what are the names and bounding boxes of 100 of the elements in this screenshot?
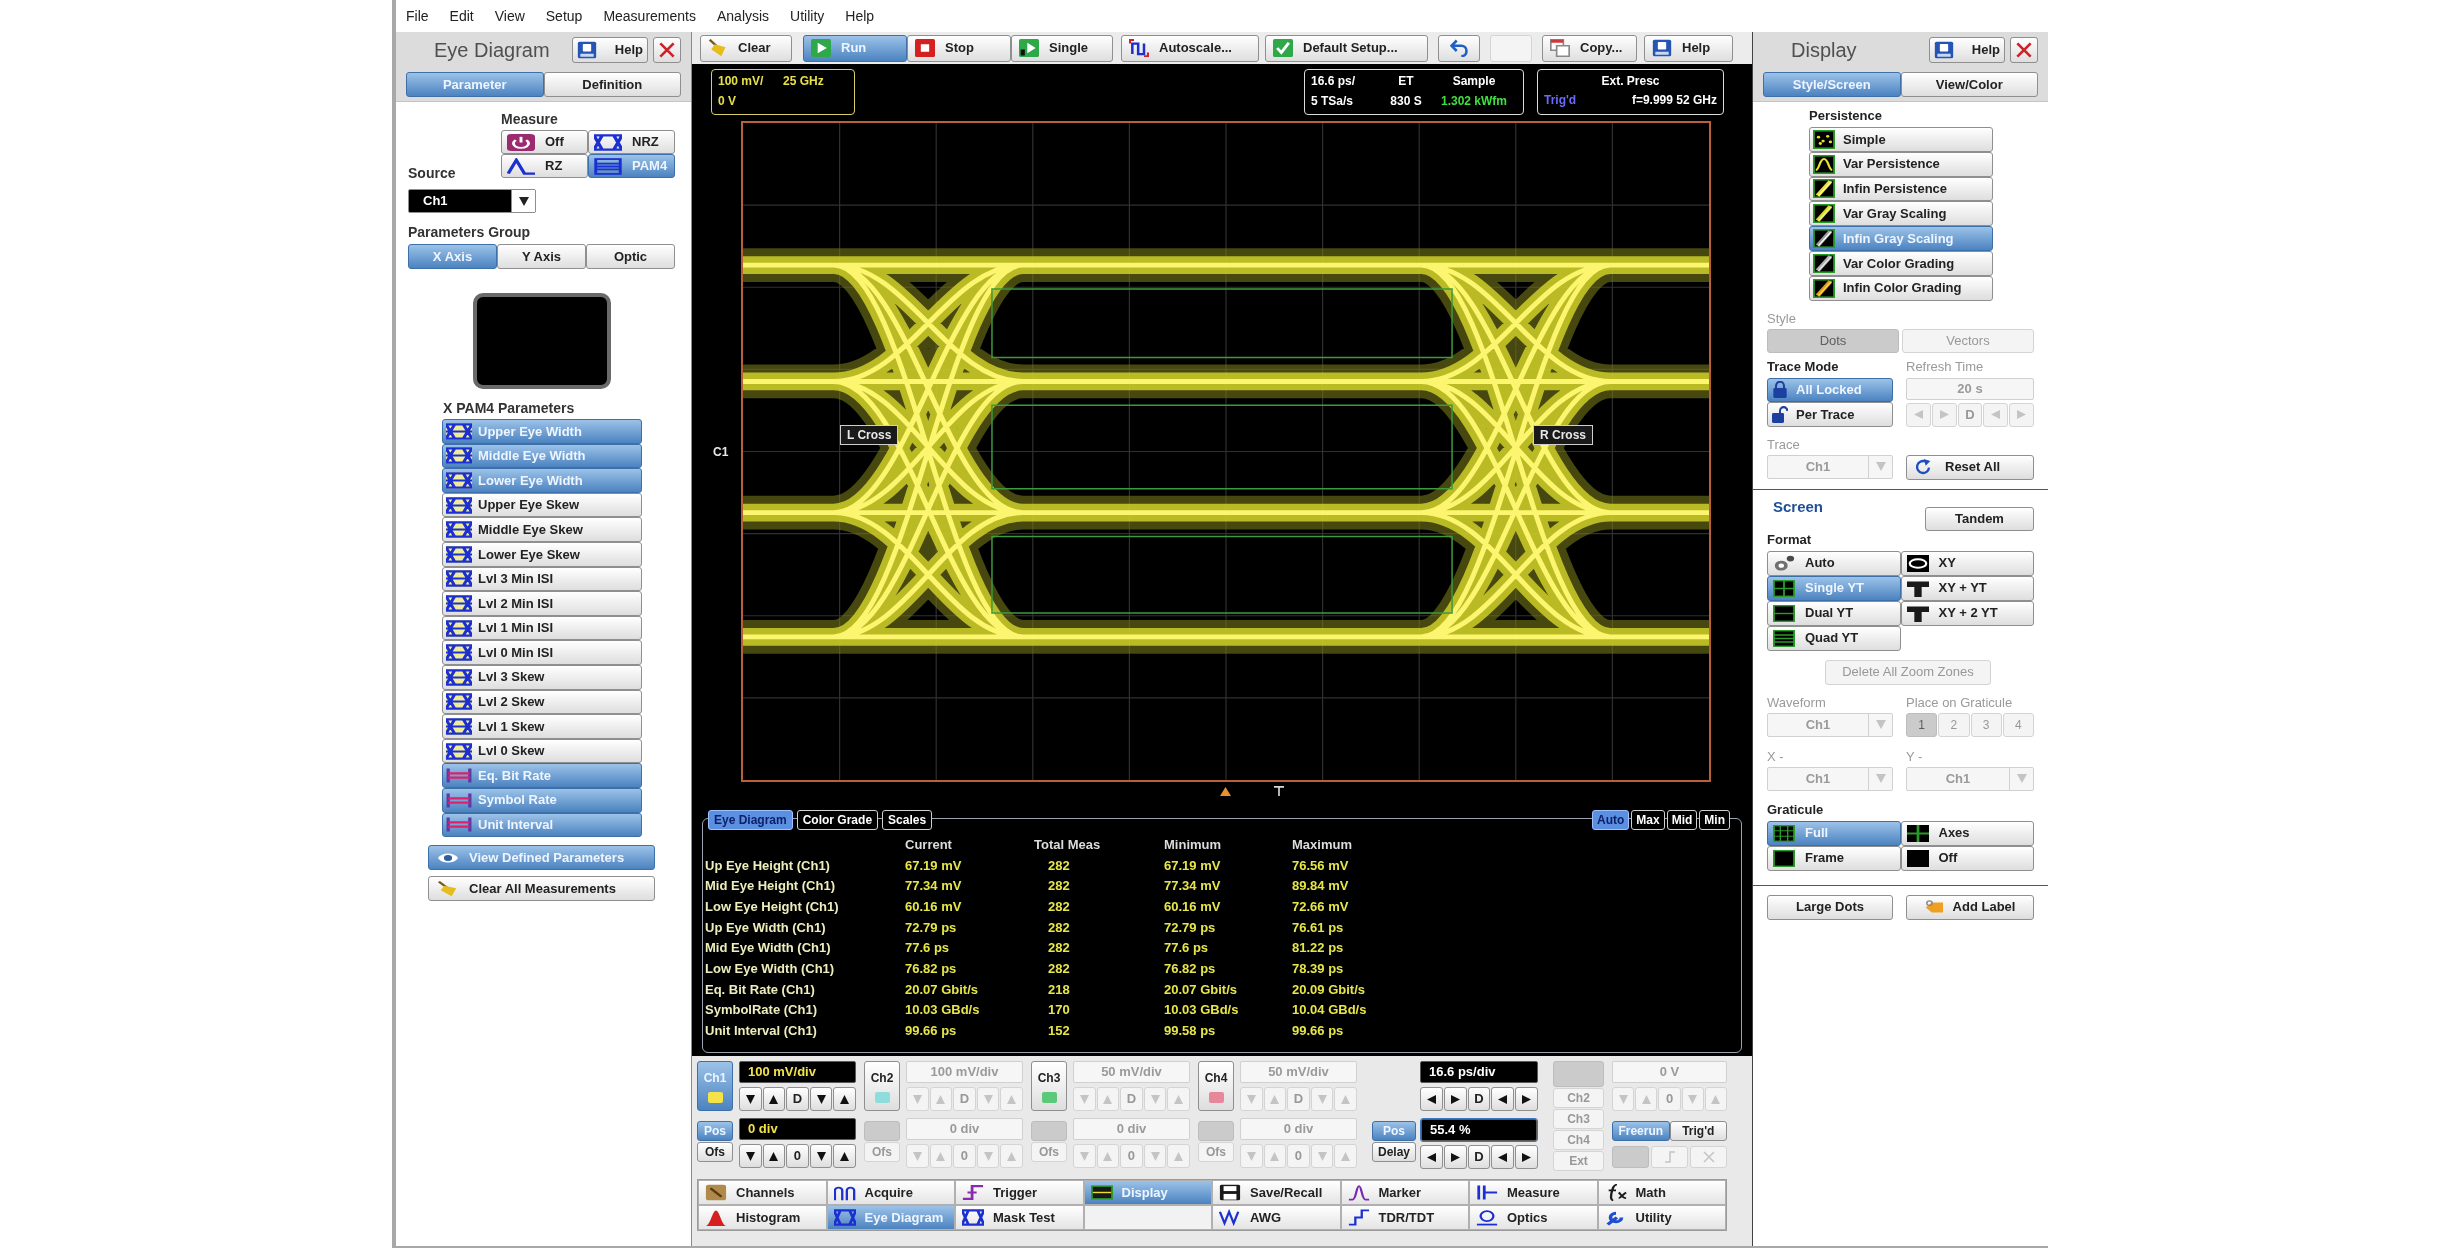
nav-button[interactable]: Mask Test [955,1205,1084,1230]
measurement-tab[interactable]: Eye Diagram [708,810,793,830]
position-mode-button[interactable]: Delay [1372,1142,1416,1162]
position-field[interactable]: 55.4 % [1421,1119,1537,1141]
offset-mode-button[interactable] [1031,1121,1067,1141]
parameter-item[interactable]: Lvl 2 Min ISI [442,591,642,616]
menu-item[interactable]: Analysis [714,5,772,27]
nav-button[interactable]: Save/Recall [1212,1180,1341,1205]
clear-button[interactable]: Clear [700,34,792,62]
measure-option[interactable]: Off [501,130,588,154]
menu-item[interactable]: Edit [447,5,476,27]
menu-item[interactable]: Measurements [601,5,698,27]
persistence-option[interactable]: Var Color Grading [1809,251,1993,276]
step-down-button[interactable] [739,1087,762,1111]
step-left-button[interactable] [1420,1145,1443,1169]
nav-button[interactable]: Measure [1469,1180,1598,1205]
step-left-button[interactable] [1491,1145,1515,1169]
help-button[interactable]: Help [572,37,648,63]
menu-item[interactable]: File [404,5,431,27]
mode-button[interactable]: Min [1699,810,1730,830]
graticule-option[interactable]: Frame [1767,845,1901,871]
menu-item[interactable]: Setup [543,5,585,27]
menu-item[interactable]: View [492,5,527,27]
format-option[interactable]: XY [1900,550,2034,576]
source-dropdown[interactable]: Ch1 [408,189,536,213]
persistence-option[interactable]: Simple [1809,127,1993,152]
center-step-button[interactable]: D [786,1087,809,1111]
parameter-item[interactable]: Lvl 3 Skew [442,664,642,690]
parameter-item[interactable]: Upper Eye Skew [442,492,642,518]
nav-button[interactable]: Optics [1469,1205,1598,1230]
step-right-button[interactable] [1515,1145,1538,1169]
parameter-item[interactable]: Lvl 1 Min ISI [442,615,642,641]
help-button[interactable]: Help [1644,34,1733,62]
parameter-item[interactable]: Lvl 1 Skew [442,714,642,739]
close-button[interactable] [653,37,681,63]
timebase-field[interactable]: 16.6 ps/div [1420,1061,1538,1083]
measure-option[interactable]: RZ [501,154,588,178]
close-button[interactable] [2010,37,2038,63]
add-label-button[interactable]: Add Label [1906,894,2034,920]
measurement-tab[interactable]: Color Grade [796,810,879,830]
nav-button[interactable]: Math [1597,1180,1726,1205]
graticule-option[interactable]: Off [1900,845,2034,871]
nav-button[interactable]: AWG [1212,1205,1341,1230]
offset-mode-button[interactable]: Ofs [697,1142,733,1162]
persistence-option[interactable]: Infin Persistence [1809,176,1993,202]
format-option[interactable]: Dual YT [1767,600,1901,626]
format-option[interactable]: Auto [1767,550,1901,576]
offset-field[interactable]: 0 div [739,1118,856,1140]
center-step-button[interactable]: D [1467,1145,1491,1169]
offset-mode-button[interactable] [864,1121,900,1141]
graticule-option[interactable]: Axes [1900,820,2034,846]
persistence-option[interactable]: Var Gray Scaling [1809,201,1993,227]
clear-measurements-button[interactable]: Clear All Measurements [428,876,655,902]
offset-mode-button[interactable] [1198,1121,1234,1141]
center-step-button[interactable]: D [1467,1087,1491,1111]
parameter-item[interactable]: Lvl 0 Skew [442,738,642,764]
parameter-item[interactable]: Lvl 3 Min ISI [442,566,642,592]
step-right-button[interactable] [1443,1087,1467,1111]
stop-button[interactable]: Stop [907,34,1011,62]
default-setup-button[interactable]: Default Setup... [1265,34,1428,62]
mode-button[interactable]: Auto [1592,810,1630,830]
step-down-button[interactable] [809,1144,833,1168]
mode-button[interactable]: Max [1631,810,1665,830]
step-left-button[interactable] [1420,1087,1443,1111]
parameter-item[interactable]: Lvl 0 Min ISI [442,640,642,665]
large-dots-button[interactable]: Large Dots [1767,894,1893,920]
format-option[interactable]: Quad YT [1767,625,1901,651]
menu-item[interactable]: Help [843,5,877,27]
step-up-button[interactable] [833,1144,856,1168]
format-option[interactable]: XY + 2 YT [1900,600,2034,626]
group-tab[interactable]: Y Axis [497,244,586,269]
reset-all-button[interactable]: Reset All [1906,454,2034,480]
format-option[interactable]: XY + YT [1900,575,2034,601]
step-up-button[interactable] [762,1144,786,1168]
parameter-item[interactable]: Lower Eye Skew [442,541,642,567]
parameter-item[interactable]: Middle Eye Skew [442,517,642,542]
persistence-option[interactable]: Infin Color Grading [1809,275,1993,301]
nav-button[interactable]: Histogram [698,1205,827,1230]
mode-button[interactable]: Mid [1666,810,1698,830]
nav-button[interactable]: Channels [698,1180,827,1205]
group-tab[interactable]: Optic [586,244,675,269]
trigger-mode-button[interactable]: Trig'd [1669,1121,1727,1141]
help-button[interactable]: Help [1929,37,2005,63]
step-up-button[interactable] [762,1087,786,1111]
autoscale-button[interactable]: Autoscale... [1121,34,1259,62]
center-step-button[interactable]: 0 [786,1144,809,1168]
trace-mode-option[interactable]: Per Trace [1767,402,1893,427]
measure-option[interactable]: NRZ [588,130,675,154]
step-left-button[interactable] [1491,1087,1515,1111]
panel-tab[interactable]: View/Color [1900,72,2038,97]
single-button[interactable]: Single [1011,34,1113,62]
step-right-button[interactable] [1443,1145,1467,1169]
panel-tab[interactable]: Definition [543,72,681,97]
nav-button[interactable]: Utility [1597,1205,1726,1230]
step-down-button[interactable] [809,1087,833,1111]
channel-button[interactable]: Ch3 [1031,1061,1067,1111]
measurement-tab[interactable]: Scales [882,810,933,830]
dropdown-arrow-button[interactable] [511,190,535,212]
copy-button[interactable]: Copy... [1542,34,1637,62]
undo-button[interactable] [1438,34,1480,62]
